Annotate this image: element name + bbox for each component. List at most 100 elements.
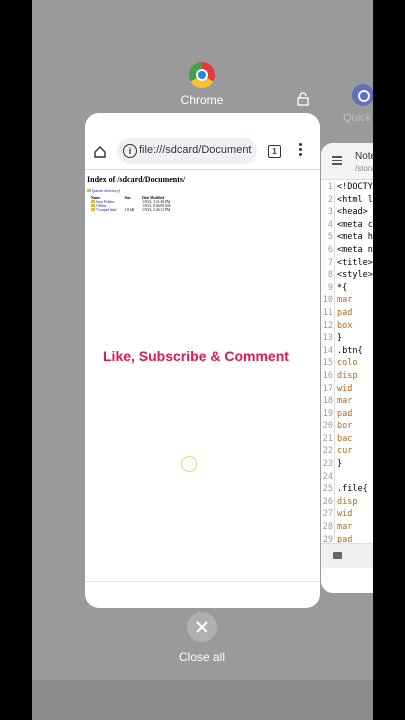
code-text: wid [337,383,353,394]
line-number: 10 [322,295,333,306]
code-line: 10 mar [321,294,373,307]
line-number: 19 [322,408,333,419]
url-text: file:///sdcard/Document [139,144,252,156]
directory-listing: Name Size Date Modified Save Folders 1/9… [87,196,175,212]
code-text: bac [337,433,353,444]
line-number: 21 [322,433,333,444]
line-number: 14 [322,345,333,356]
chrome-toolbar: i file:///sdcard/Document 1 [85,137,320,167]
code-text: .btn{ [337,345,363,356]
code-text: <!DOCTY [337,182,373,192]
editor-path: /stora [355,164,373,173]
line-number: 8 [327,270,333,281]
code-line: 1 <!DOCTY [321,181,373,194]
code-text: <style> [337,270,373,281]
code-text: mar [337,295,353,306]
code-editor[interactable]: 1 <!DOCTY 2 <html la 3 <head> 4 <meta c 5 <meta h… [321,181,373,546]
code-line: 14 .btn{ [321,345,373,358]
quick-app-icon[interactable] [352,84,373,106]
index-title: Index of /sdcard/Documents/ [87,175,186,184]
folder-icon [87,189,91,192]
info-icon[interactable]: i [123,144,137,158]
editor-footer [321,543,373,568]
parent-directory-link[interactable]: [parent directory] [87,188,120,193]
line-number: 17 [322,383,333,394]
code-text: <head> [337,207,368,218]
code-line: 26 disp [321,496,373,509]
code-line: 7 <title>N [321,257,373,270]
hamburger-menu-icon[interactable] [332,156,342,167]
code-line: 8 <style> [321,269,373,282]
table-row[interactable]: Vconpad.html 1.8 kB 1/9/23, 2:26:13 PM [87,208,175,212]
line-number: 15 [322,358,333,369]
card-divider [85,581,320,582]
home-icon[interactable] [93,145,107,159]
line-number: 25 [322,484,333,495]
code-line: 24 [321,471,373,484]
loading-spinner-icon [181,456,197,472]
code-text: <meta c [337,219,373,230]
line-number: 6 [327,244,333,255]
editor-recent-card[interactable]: Note /stora 1 <!DOCTY 2 <html la 3 <head> 4 <me… [321,143,373,593]
chrome-recent-card[interactable]: i file:///sdcard/Document 1 Index of /sd… [85,113,320,608]
line-number: 16 [322,370,333,381]
code-line: 16 disp [321,370,373,383]
unlock-icon[interactable] [296,92,310,106]
code-line: 3 <head> [321,206,373,219]
code-text: cur [337,446,353,457]
close-all-button[interactable] [187,612,217,642]
line-number: 11 [322,307,333,318]
code-line: 25 .file{ [321,483,373,496]
code-text: pad [337,307,353,318]
code-line: 18 mar [321,395,373,408]
code-text: <meta n [337,244,373,255]
tab-switcher-icon[interactable]: 1 [268,145,281,158]
code-line: 6 <meta n [321,244,373,257]
line-number: 4 [327,219,333,230]
line-number: 2 [327,194,333,205]
code-line: 11 pad [321,307,373,320]
chrome-app-icon[interactable] [189,62,215,88]
code-text: mar [337,396,353,407]
code-text: pad [337,408,353,419]
code-text: mar [337,522,353,533]
code-line: 28 mar [321,521,373,534]
line-number: 20 [322,421,333,432]
code-line: 12 box [321,320,373,333]
line-number: 12 [322,320,333,331]
line-number: 9 [327,282,333,293]
folder-icon[interactable] [333,552,342,559]
line-number: 1 [327,182,333,192]
code-text: .file{ [337,484,368,495]
code-line: 4 <meta c [321,219,373,232]
line-number: 5 [327,232,333,243]
code-line: 15 colo [321,357,373,370]
code-line: 22 cur [321,445,373,458]
folder-icon [91,200,95,203]
quick-app-label: Quick [343,112,372,124]
close-all-label: Close all [178,650,226,664]
line-number: 3 [327,207,333,218]
address-bar[interactable]: i file:///sdcard/Document [117,138,257,164]
line-number: 18 [322,396,333,407]
folder-icon [91,204,95,207]
code-text: } [337,459,343,470]
line-number: 27 [322,509,333,520]
line-number: 26 [322,496,333,507]
line-number: 13 [322,333,333,344]
code-line: 13 } [321,332,373,345]
line-number: 24 [322,471,333,482]
code-line: 20 bor [321,420,373,433]
navigation-bar [32,680,373,720]
line-number: 22 [322,446,333,457]
file-icon [91,208,95,211]
code-text: bor [337,421,353,432]
editor-title: Note [355,151,373,162]
code-text: <meta h [337,232,373,243]
code-line: 9 *{ [321,282,373,295]
page-content: Index of /sdcard/Documents/ [parent dire… [85,169,320,585]
more-options-icon[interactable] [299,143,303,159]
code-text: disp [337,496,358,507]
code-line: 2 <html la [321,194,373,207]
line-number: 7 [327,257,333,268]
